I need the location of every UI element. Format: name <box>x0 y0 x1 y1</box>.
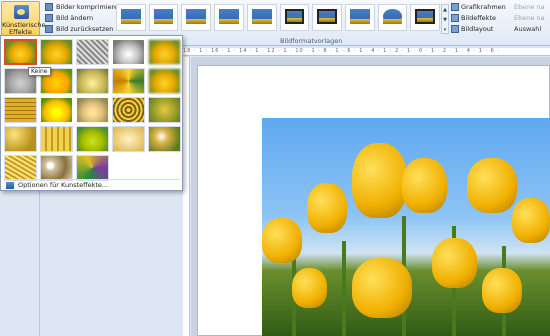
picture-style-6[interactable] <box>279 4 310 31</box>
picture-styles-gallery <box>113 2 443 35</box>
artistic-effects-options-label: Optionen für Kunsteffekte... <box>18 181 109 189</box>
horizontal-ruler: 18 · 1 · 16 · 1 · 14 · 1 · 12 · 1 · 10 ·… <box>183 48 550 56</box>
effect-light-screen[interactable] <box>4 97 37 123</box>
picture-effects-icon <box>451 14 459 22</box>
reset-picture-button[interactable]: Bild zurücksetzen <box>44 24 113 34</box>
effect-marker[interactable] <box>40 39 73 65</box>
effect-glow-edges[interactable] <box>76 155 109 181</box>
options-icon <box>6 182 14 189</box>
compress-pictures-button[interactable]: Bilder komprimieren <box>44 2 122 12</box>
effect-cement[interactable] <box>4 126 37 152</box>
reset-picture-label: Bild zurücksetzen <box>56 25 114 33</box>
artistic-effects-dropdown: Optionen für Kunsteffekte... <box>0 35 183 191</box>
picture-style-10[interactable] <box>410 4 441 31</box>
picture-style-2[interactable] <box>148 4 179 31</box>
effect-pastels-smooth[interactable] <box>112 126 145 152</box>
bring-forward-button[interactable]: Ebene na <box>514 2 545 12</box>
effect-texturizer[interactable] <box>40 126 73 152</box>
effect-film-grain[interactable] <box>76 97 109 123</box>
picture-layout-button[interactable]: Bildlayout <box>451 24 493 34</box>
effect-mosaic-bubbles[interactable] <box>112 97 145 123</box>
picture-style-4[interactable] <box>214 4 244 31</box>
change-picture-icon <box>45 14 53 22</box>
picture-style-9[interactable] <box>377 4 408 31</box>
effect-glow-diffused[interactable] <box>112 68 145 94</box>
picture-layout-label: Bildlayout <box>461 25 494 33</box>
change-picture-button[interactable]: Bild ändern <box>44 13 93 23</box>
picture-border-button[interactable]: Grafikrahmen <box>451 2 506 12</box>
artistic-effects-icon <box>14 5 29 19</box>
effect-plastic-wrap[interactable] <box>148 126 181 152</box>
gallery-scroll-arrows[interactable]: ▲ ▼ ▾ <box>441 4 449 34</box>
effect-photocopy[interactable] <box>40 155 73 181</box>
effect-cutout[interactable] <box>4 155 37 181</box>
picture-style-1[interactable] <box>116 4 146 31</box>
picture-border-icon <box>451 3 459 11</box>
change-picture-label: Bild ändern <box>56 14 94 22</box>
picture-style-3[interactable] <box>181 4 212 31</box>
picture-style-8[interactable] <box>344 4 375 31</box>
effect-none[interactable] <box>4 39 37 65</box>
picture-effects-label: Bildeffekte <box>461 14 496 22</box>
picture-layout-icon <box>451 25 459 33</box>
effect-pencil-sketch[interactable] <box>112 39 145 65</box>
artistic-effects-button[interactable]: Künstlerische Effekte <box>1 1 45 38</box>
reset-picture-icon <box>45 25 53 33</box>
effect-glass[interactable] <box>148 97 181 123</box>
effect-crisscross-etching[interactable] <box>76 126 109 152</box>
send-backward-button[interactable]: Ebene na <box>514 13 545 23</box>
picture-style-5[interactable] <box>246 4 277 31</box>
picture-style-7[interactable] <box>312 4 342 31</box>
effect-blur[interactable] <box>148 68 181 94</box>
picture-border-label: Grafikrahmen <box>461 3 506 11</box>
selection-pane-button[interactable]: Auswahl <box>514 24 541 34</box>
vertical-ruler <box>183 57 190 336</box>
compress-icon <box>45 3 53 11</box>
tulip-picture[interactable] <box>262 118 550 336</box>
picture-styles-group-label: Bildformatvorlagen <box>280 37 343 45</box>
picture-effects-button[interactable]: Bildeffekte <box>451 13 496 23</box>
effect-line-drawing[interactable] <box>148 39 181 65</box>
effect-tooltip: Keine <box>28 67 51 76</box>
effect-pencil-grayscale[interactable] <box>76 39 109 65</box>
artistic-effects-gallery <box>4 39 181 181</box>
effect-paint-brush[interactable] <box>76 68 109 94</box>
artistic-effects-options[interactable]: Optionen für Kunsteffekte... <box>4 179 180 189</box>
effect-watercolor-sponge[interactable] <box>40 97 73 123</box>
